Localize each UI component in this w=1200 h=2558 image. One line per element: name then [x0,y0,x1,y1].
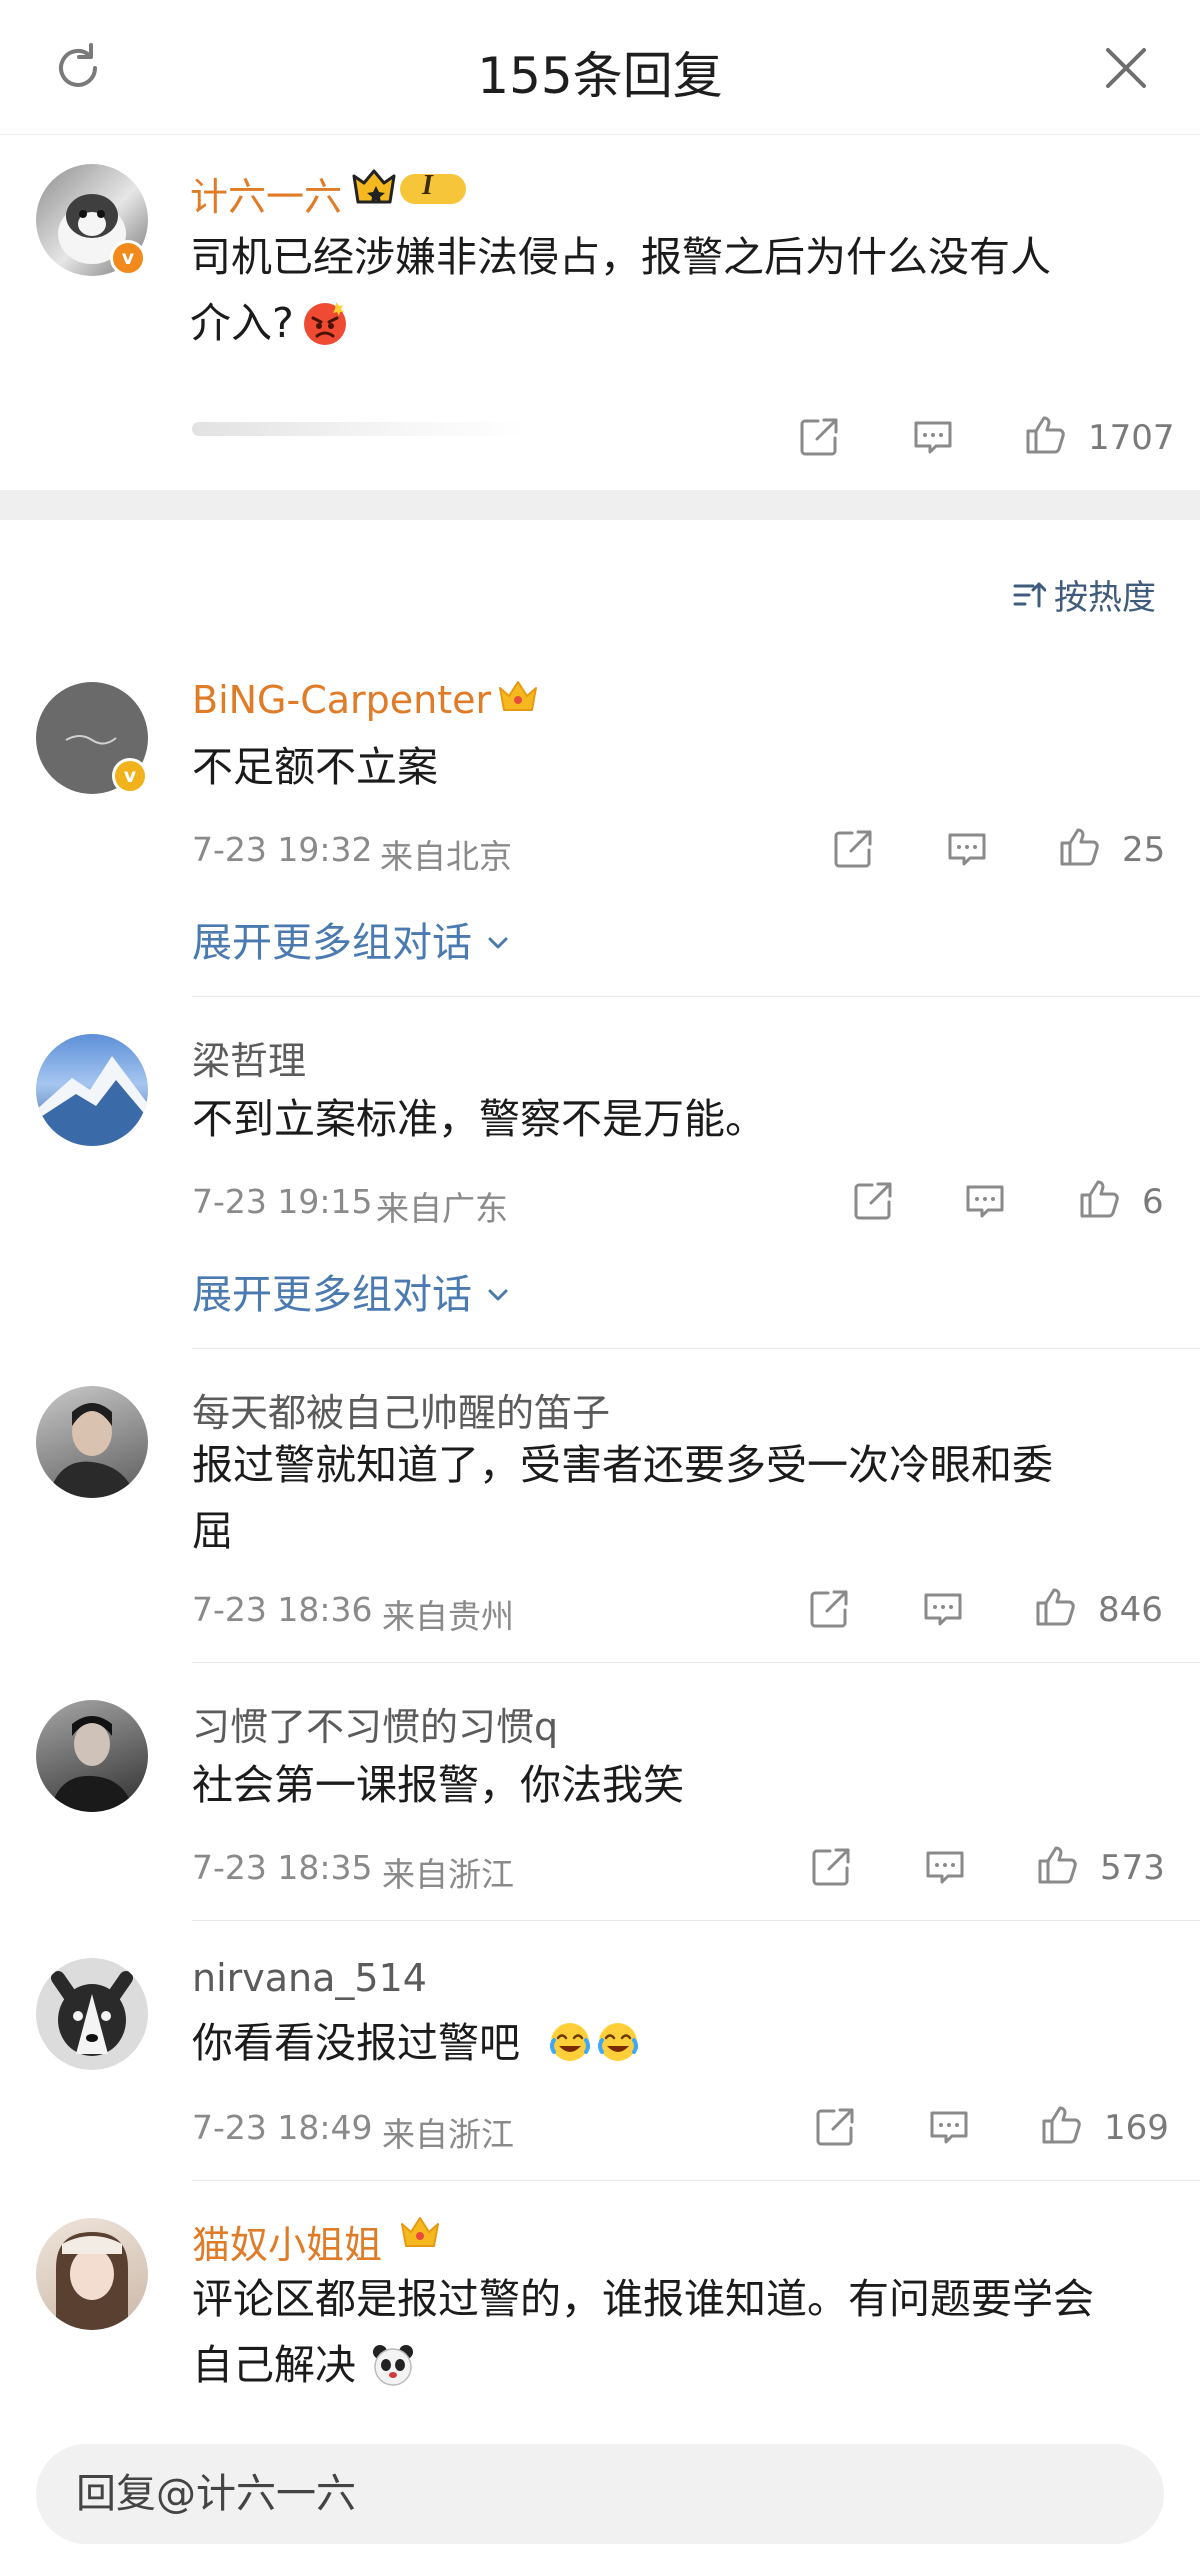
reply-text-line-1: 评论区都是报过警的，谁报谁知道。有问题要学会 [192,2275,1094,2323]
expand-conversation-link[interactable]: 展开更多组对话 [192,1262,511,1320]
avatar[interactable] [36,1958,148,2070]
vip-rank-badge-icon: I [352,166,470,210]
username[interactable]: 计六一六 [190,166,342,221]
reply-text: 你看看没报过警吧 [192,2019,520,2067]
page-title: 155条回复 [477,47,723,105]
sort-toggle[interactable]: 按热度 [1012,570,1156,619]
comment-text-line-2: 介入? [190,299,294,347]
header-bar: 155条回复 [0,0,1200,135]
reply-text: 社会第一课报警，你法我笑 [192,1761,684,1809]
share-icon[interactable] [830,826,876,872]
username[interactable]: BiNG-Carpenter [192,678,491,722]
avatar[interactable] [36,1034,148,1146]
reply-input[interactable] [36,2444,1164,2544]
sort-icon [1013,582,1046,607]
like-icon[interactable] [1022,412,1068,458]
like-icon[interactable] [1056,824,1102,870]
reply-text: 不足额不立案 [192,743,438,791]
chevron-down-icon [488,1289,508,1301]
username[interactable]: nirvana_514 [192,1956,427,2000]
like-icon[interactable] [1034,1842,1080,1888]
username[interactable]: 猫奴小姐姐 [192,2214,382,2269]
chevron-down-icon [488,937,508,949]
avatar[interactable] [36,1386,148,1498]
reply-time: 7-23 19:15 [192,1182,373,1221]
comment-icon[interactable] [922,1844,968,1890]
like-count: 169 [1104,2108,1169,2148]
section-divider [0,490,1200,520]
comment-icon[interactable] [944,826,990,872]
username[interactable]: 每天都被自己帅醒的笛子 [192,1382,610,1437]
reply-location: 来自北京 [380,837,512,876]
row-divider [192,2180,1200,2181]
comment-text-line-1: 司机已经涉嫌非法侵占，报警之后为什么没有人 [190,233,1051,281]
vip-crown-icon [398,2212,442,2252]
laugh-cry-emoji-icon [548,2018,644,2066]
row-divider [192,1348,1200,1349]
avatar[interactable] [36,1700,148,1812]
like-count: 846 [1098,1590,1163,1630]
angry-emoji-icon [300,298,350,348]
reply-location: 来自广东 [376,1189,508,1228]
reply-text-line-1: 报过警就知道了，受害者还要多受一次冷眼和委 [192,1441,1053,1489]
share-icon[interactable] [796,414,842,460]
verified-badge-icon: v [110,240,146,276]
vip-crown-icon [496,676,540,716]
reply-bar [0,2418,1200,2558]
reply-text-line-2: 屈 [192,1507,233,1555]
expand-label: 展开更多组对话 [192,920,472,966]
close-icon[interactable] [1094,36,1158,100]
reply-time: 7-23 19:32 [192,830,373,869]
reply-location: 来自浙江 [382,1855,514,1894]
row-divider [192,1920,1200,1921]
reply-time: 7-23 18:36 [192,1590,373,1629]
username[interactable]: 习惯了不习惯的习惯q [192,1696,558,1751]
comment-icon[interactable] [926,2104,972,2150]
share-icon[interactable] [806,1586,852,1632]
reply-time: 7-23 18:35 [192,1848,373,1887]
expand-conversation-link[interactable]: 展开更多组对话 [192,910,511,968]
like-count: 573 [1100,1848,1165,1888]
like-icon[interactable] [1076,1176,1122,1222]
reply-time: 7-23 18:49 [192,2108,373,2147]
like-icon[interactable] [1032,1584,1078,1630]
comment-icon[interactable] [920,1586,966,1632]
reply-location: 来自贵州 [382,1597,514,1636]
reply-location: 来自浙江 [382,2115,514,2154]
expand-label: 展开更多组对话 [192,1272,472,1318]
like-count: 1707 [1088,418,1175,458]
verified-badge-icon: v [112,758,148,794]
row-divider [192,1662,1200,1663]
reply-text-line-2: 自己解决 [192,2341,356,2389]
rank-badge-label: I [422,170,433,201]
share-icon[interactable] [812,2104,858,2150]
share-icon[interactable] [850,1178,896,1224]
row-divider [192,996,1200,997]
share-icon[interactable] [808,1844,854,1890]
sort-label: 按热度 [1054,578,1156,618]
reply-text: 不到立案标准，警察不是万能。 [192,1095,766,1143]
like-count: 6 [1142,1182,1164,1222]
like-icon[interactable] [1038,2102,1084,2148]
username[interactable]: 梁哲理 [192,1030,306,1085]
comment-icon[interactable] [910,414,956,460]
panda-emoji-icon [370,2342,416,2388]
avatar[interactable] [36,2218,148,2330]
blurred-content-bar [192,422,528,436]
comment-icon[interactable] [962,1178,1008,1224]
like-count: 25 [1122,830,1166,870]
